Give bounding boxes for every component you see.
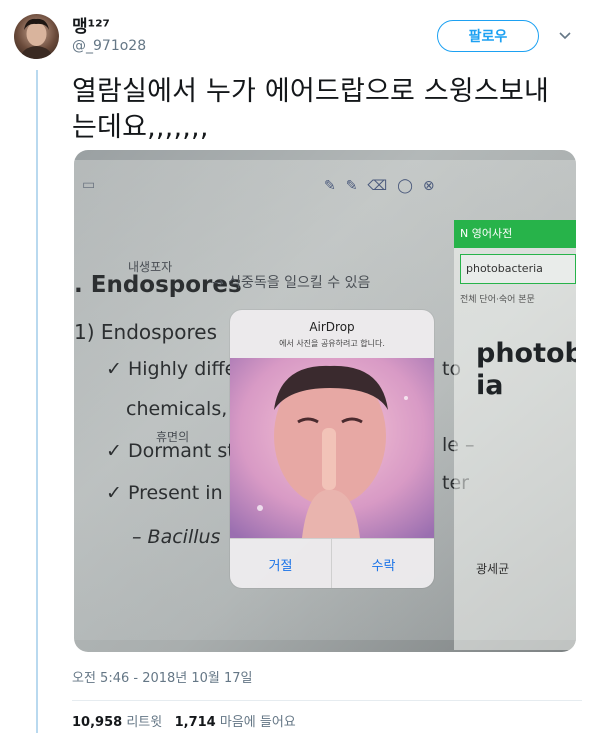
accept-button[interactable]: 수락 (333, 539, 434, 588)
chevron-down-icon[interactable] (558, 30, 572, 42)
slide-subitem: – Bacillus (132, 526, 221, 548)
slide-bullet: ✓ Dormant st (106, 440, 235, 462)
like-label[interactable]: 마음에 들어요 (220, 715, 296, 730)
dictionary-side-label: 광세균 (476, 562, 510, 576)
user-handle[interactable]: @_971o28 (72, 38, 146, 54)
tweet-stats: 10,958 리트윗 1,714 마음에 들어요 (72, 711, 296, 730)
follow-button[interactable]: 팔로우 (437, 20, 539, 52)
airdrop-actions: 거절 수락 (230, 538, 434, 588)
tweet-timestamp[interactable]: 오전 5:46 - 2018년 10월 17일 (72, 667, 253, 686)
airdrop-message: 에서 사진을 공유하려고 합니다. (279, 339, 385, 348)
dictionary-search: photobacteria (460, 254, 576, 284)
thread-line (36, 70, 38, 733)
tweet-text: 열람실에서 누가 에어드랍으로 스윙스보내는데요,,,,,,, (72, 76, 550, 143)
avatar[interactable] (14, 14, 59, 59)
decline-button[interactable]: 거절 (230, 539, 332, 588)
dictionary-panel: N 영어사전 photobacteria 전체 단어·숙어 본문 photoba… (454, 220, 576, 650)
divider (72, 700, 582, 701)
tweet-photo[interactable]: ▭ ✎✎⌫◯⊗ 내생포자 . Endospores → 식중독을 일으킬 수 있… (74, 150, 576, 652)
airdrop-dialog: AirDrop 에서 사진을 공유하려고 합니다. 거절 수락 (230, 310, 434, 588)
slide-bullet: ✓ Highly diffe (106, 358, 237, 380)
retweet-count[interactable]: 10,958 (72, 715, 122, 730)
retweet-label[interactable]: 리트윗 (126, 715, 162, 730)
dictionary-result: photoba ia (476, 338, 576, 401)
slide-line: chemicals, (126, 398, 228, 420)
pen-tools-icon: ✎✎⌫◯⊗ (324, 178, 445, 194)
dictionary-header: N 영어사전 (454, 220, 576, 248)
slide-line: 1) Endospores (74, 320, 217, 344)
slide-heading-note: → 식중독을 일으킬 수 있음 (212, 275, 371, 291)
dictionary-tabs: 전체 단어·숙어 본문 (460, 295, 535, 305)
display-name[interactable]: 맹¹²⁷ (72, 12, 110, 37)
airdrop-title: AirDrop (309, 320, 355, 334)
like-count[interactable]: 1,714 (175, 715, 216, 730)
airdrop-preview-image (230, 358, 434, 538)
slide-toolbar-icon: ▭ (82, 177, 96, 193)
slide-bullet: ✓ Present in (106, 482, 223, 504)
